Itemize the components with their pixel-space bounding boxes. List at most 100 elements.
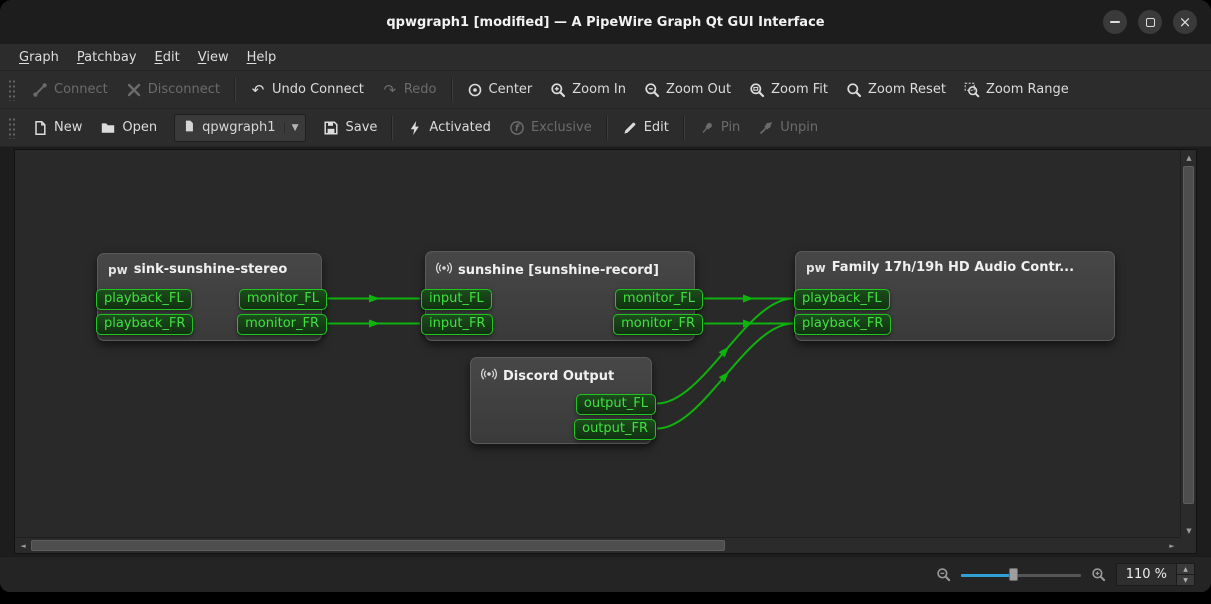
undo-connect-button[interactable]: ↶ Undo Connect — [241, 77, 373, 103]
menu-edit[interactable]: Edit — [146, 44, 189, 70]
zoom-fit-button[interactable]: Zoom Fit — [740, 77, 837, 103]
port-output-fr[interactable]: output_FR — [574, 419, 656, 440]
patchbay-profile-value: qpwgraph1 — [202, 120, 275, 135]
zoom-spinbox[interactable]: 110 % ▲ ▼ — [1116, 563, 1195, 586]
maximize-button[interactable] — [1138, 10, 1162, 34]
zoom-slider-handle[interactable] — [1009, 568, 1018, 581]
port-playback-fr[interactable]: playback_FR — [96, 314, 193, 335]
chevron-down-icon: ▼ — [284, 123, 299, 133]
app-window: qpwgraph1 [modified] — A PipeWire Graph … — [0, 0, 1211, 592]
minimize-icon — [1110, 21, 1120, 23]
zoom-spin-arrows: ▲ ▼ — [1176, 564, 1194, 585]
node-sink-sunshine-stereo[interactable]: pw sink-sunshine-stereo playback_FL play… — [97, 253, 322, 341]
redo-icon: ↷ — [382, 82, 398, 98]
node-family-hd-audio[interactable]: pw Family 17h/19h HD Audio Contr... play… — [795, 251, 1115, 341]
zoom-out-button[interactable]: Zoom Out — [635, 77, 740, 103]
zoom-in-icon[interactable] — [1091, 567, 1106, 582]
titlebar[interactable]: qpwgraph1 [modified] — A PipeWire Graph … — [0, 0, 1211, 44]
minimize-button[interactable] — [1103, 10, 1127, 34]
close-button[interactable]: × — [1173, 10, 1197, 34]
disconnect-button[interactable]: Disconnect — [117, 77, 229, 103]
maximize-icon — [1146, 18, 1155, 27]
node-header: pw sink-sunshine-stereo — [98, 254, 321, 277]
port-playback-fr[interactable]: playback_FR — [794, 314, 891, 335]
patchbay-file-icon — [182, 119, 196, 137]
scroll-up-arrow[interactable]: ▲ — [1181, 150, 1197, 166]
port-monitor-fl[interactable]: monitor_FL — [239, 289, 327, 310]
pipewire-icon: pw — [806, 261, 826, 275]
redo-button[interactable]: ↷ Redo — [373, 77, 446, 103]
zoom-range-label: Zoom Range — [986, 82, 1069, 97]
center-icon — [467, 82, 483, 98]
menu-help[interactable]: Help — [238, 44, 286, 70]
window-title: qpwgraph1 [modified] — A PipeWire Graph … — [386, 15, 824, 30]
graph-canvas[interactable]: pw sink-sunshine-stereo playback_FL play… — [15, 150, 1180, 539]
zoom-value[interactable]: 110 % — [1117, 564, 1176, 585]
menu-graph[interactable]: Graph — [10, 44, 68, 70]
close-icon: × — [1179, 13, 1192, 31]
center-button[interactable]: Center — [458, 77, 542, 103]
zoom-range-button[interactable]: Zoom Range — [955, 77, 1078, 103]
node-sunshine-record[interactable]: sunshine [sunshine-record] input_FL inpu… — [425, 251, 695, 341]
port-monitor-fr[interactable]: monitor_FR — [613, 314, 703, 335]
patchbay-profile-combobox[interactable]: qpwgraph1 ▼ — [174, 114, 306, 142]
spin-up-icon[interactable]: ▲ — [1177, 564, 1194, 575]
audio-node-icon — [436, 260, 452, 280]
toolbar-separator — [391, 116, 393, 140]
window-controls: × — [1103, 10, 1197, 34]
toolbar-patchbay: New Open qpwgraph1 ▼ Save Activated f Ex… — [0, 109, 1211, 147]
toolbar-drag-handle[interactable] — [8, 117, 16, 139]
menu-patchbay[interactable]: Patchbay — [68, 44, 146, 70]
zoom-reset-icon — [846, 82, 862, 98]
node-header: pw Family 17h/19h HD Audio Contr... — [796, 252, 1114, 275]
pin-icon — [699, 120, 715, 136]
new-file-icon — [32, 120, 48, 136]
connect-icon — [32, 82, 48, 98]
menubar: Graph Patchbay Edit View Help — [0, 44, 1211, 71]
menu-view[interactable]: View — [189, 44, 238, 70]
edit-button[interactable]: Edit — [613, 115, 678, 141]
zoom-reset-button[interactable]: Zoom Reset — [837, 77, 955, 103]
open-label: Open — [122, 120, 157, 135]
pin-button[interactable]: Pin — [690, 115, 749, 141]
toolbar-separator — [234, 78, 236, 102]
scrollbar-corner — [1180, 537, 1196, 553]
activated-button[interactable]: Activated — [398, 115, 500, 141]
exclusive-button[interactable]: f Exclusive — [500, 115, 601, 141]
vertical-scrollbar[interactable]: ▲ ▼ — [1180, 150, 1196, 539]
pipewire-icon: pw — [108, 263, 128, 277]
toolbar-separator — [606, 116, 608, 140]
vertical-scrollbar-thumb[interactable] — [1183, 166, 1194, 504]
node-discord-output[interactable]: Discord Output output_FL output_FR — [470, 357, 652, 444]
zoom-out-icon[interactable] — [936, 567, 951, 582]
zoom-reset-label: Zoom Reset — [868, 82, 946, 97]
open-button[interactable]: Open — [91, 115, 166, 141]
unpin-icon — [758, 120, 774, 136]
node-title: sink-sunshine-stereo — [134, 262, 288, 277]
pin-label: Pin — [721, 120, 740, 135]
spin-down-icon[interactable]: ▼ — [1177, 575, 1194, 585]
zoom-in-button[interactable]: Zoom In — [541, 77, 635, 103]
new-button[interactable]: New — [23, 115, 91, 141]
save-label: Save — [345, 120, 377, 135]
save-button[interactable]: Save — [314, 115, 386, 141]
port-output-fl[interactable]: output_FL — [576, 394, 656, 415]
zoom-slider[interactable] — [961, 567, 1081, 583]
disconnect-label: Disconnect — [148, 82, 220, 97]
zoom-fit-icon — [749, 82, 765, 98]
scroll-right-arrow[interactable]: ► — [1164, 538, 1180, 554]
connect-button[interactable]: Connect — [23, 77, 117, 103]
port-input-fl[interactable]: input_FL — [421, 289, 492, 310]
port-monitor-fl[interactable]: monitor_FL — [615, 289, 703, 310]
zoom-out-label: Zoom Out — [666, 82, 731, 97]
horizontal-scrollbar-thumb[interactable] — [31, 540, 725, 551]
unpin-button[interactable]: Unpin — [749, 115, 827, 141]
disconnect-icon — [126, 82, 142, 98]
port-input-fr[interactable]: input_FR — [421, 314, 493, 335]
port-monitor-fr[interactable]: monitor_FR — [237, 314, 327, 335]
horizontal-scrollbar[interactable]: ◄ ► — [15, 537, 1180, 553]
scroll-left-arrow[interactable]: ◄ — [15, 538, 31, 554]
port-playback-fl[interactable]: playback_FL — [794, 289, 890, 310]
toolbar-drag-handle[interactable] — [8, 79, 16, 101]
port-playback-fl[interactable]: playback_FL — [96, 289, 192, 310]
